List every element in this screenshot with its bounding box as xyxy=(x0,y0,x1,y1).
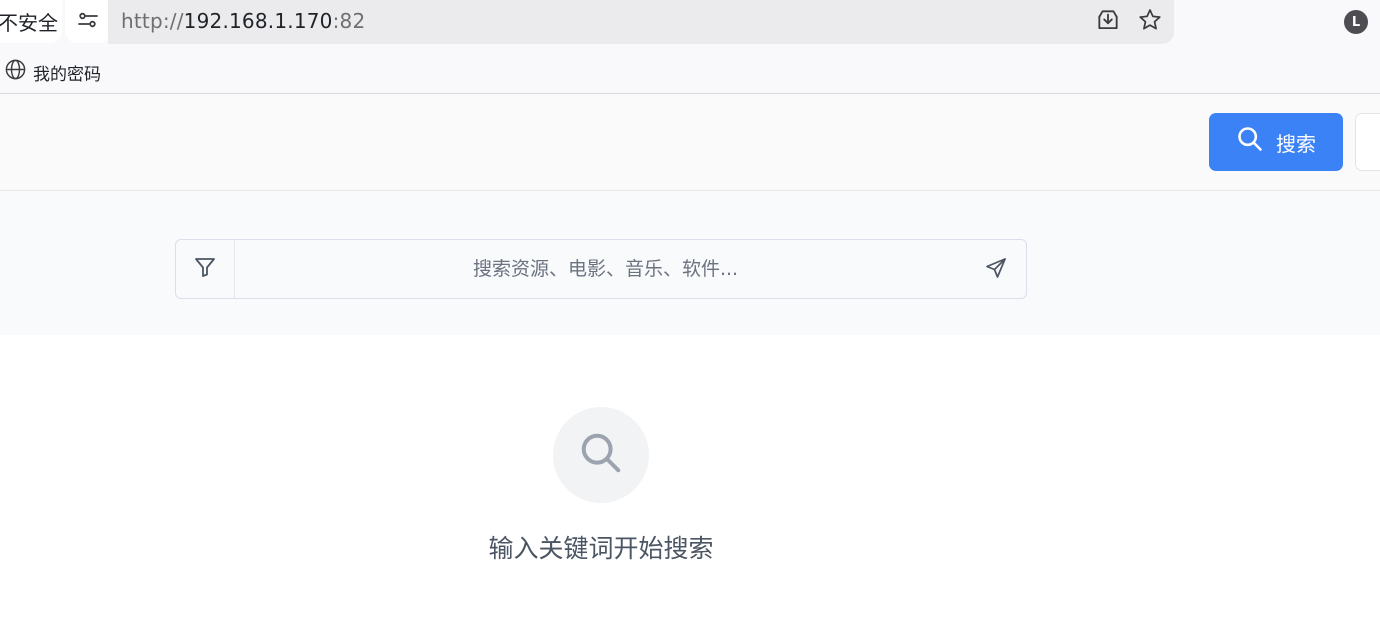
address-bar[interactable]: http://192.168.1.170:82 xyxy=(108,0,1174,44)
install-app-button[interactable] xyxy=(1092,6,1124,38)
search-icon xyxy=(1236,125,1264,159)
security-indicator[interactable]: 不安全 xyxy=(0,0,62,43)
header-search-button[interactable]: 搜索 xyxy=(1209,113,1343,171)
empty-state-icon-container xyxy=(553,407,649,503)
header-search-label: 搜索 xyxy=(1276,133,1316,156)
url-port: :82 xyxy=(332,9,366,33)
bookmark-label: 我的密码 xyxy=(33,64,101,85)
browser-toolbar: 不安全 http://192.168.1.170:82 L xyxy=(0,0,1380,49)
security-label: 不安全 xyxy=(0,11,58,35)
send-icon xyxy=(984,256,1008,284)
filter-icon xyxy=(193,255,217,283)
url-host: 192.168.1.170 xyxy=(183,9,333,33)
filter-button[interactable] xyxy=(176,240,235,298)
header-secondary-button[interactable] xyxy=(1355,113,1380,171)
profile-initial: L xyxy=(1351,14,1361,30)
url-text[interactable]: http://192.168.1.170:82 xyxy=(121,9,365,33)
bookmark-star-button[interactable] xyxy=(1134,6,1166,38)
send-search-button[interactable] xyxy=(982,256,1010,284)
search-box xyxy=(175,239,1027,299)
globe-icon xyxy=(4,58,27,86)
tune-icon xyxy=(76,8,100,36)
profile-avatar[interactable]: L xyxy=(1344,10,1368,34)
search-input[interactable] xyxy=(235,240,1026,298)
star-icon xyxy=(1137,7,1163,37)
site-settings-button[interactable] xyxy=(65,0,111,43)
search-section xyxy=(0,191,1380,335)
download-icon xyxy=(1095,7,1121,37)
page-header: 搜索 xyxy=(0,94,1380,191)
empty-state-message: 输入关键词开始搜索 xyxy=(488,534,714,563)
search-icon xyxy=(578,430,624,480)
bookmark-item-passwords[interactable]: 我的密码 xyxy=(4,58,101,86)
url-scheme: http:// xyxy=(121,9,184,33)
bookmarks-bar: 我的密码 xyxy=(0,49,1380,94)
empty-state: 输入关键词开始搜索 xyxy=(0,335,1380,629)
